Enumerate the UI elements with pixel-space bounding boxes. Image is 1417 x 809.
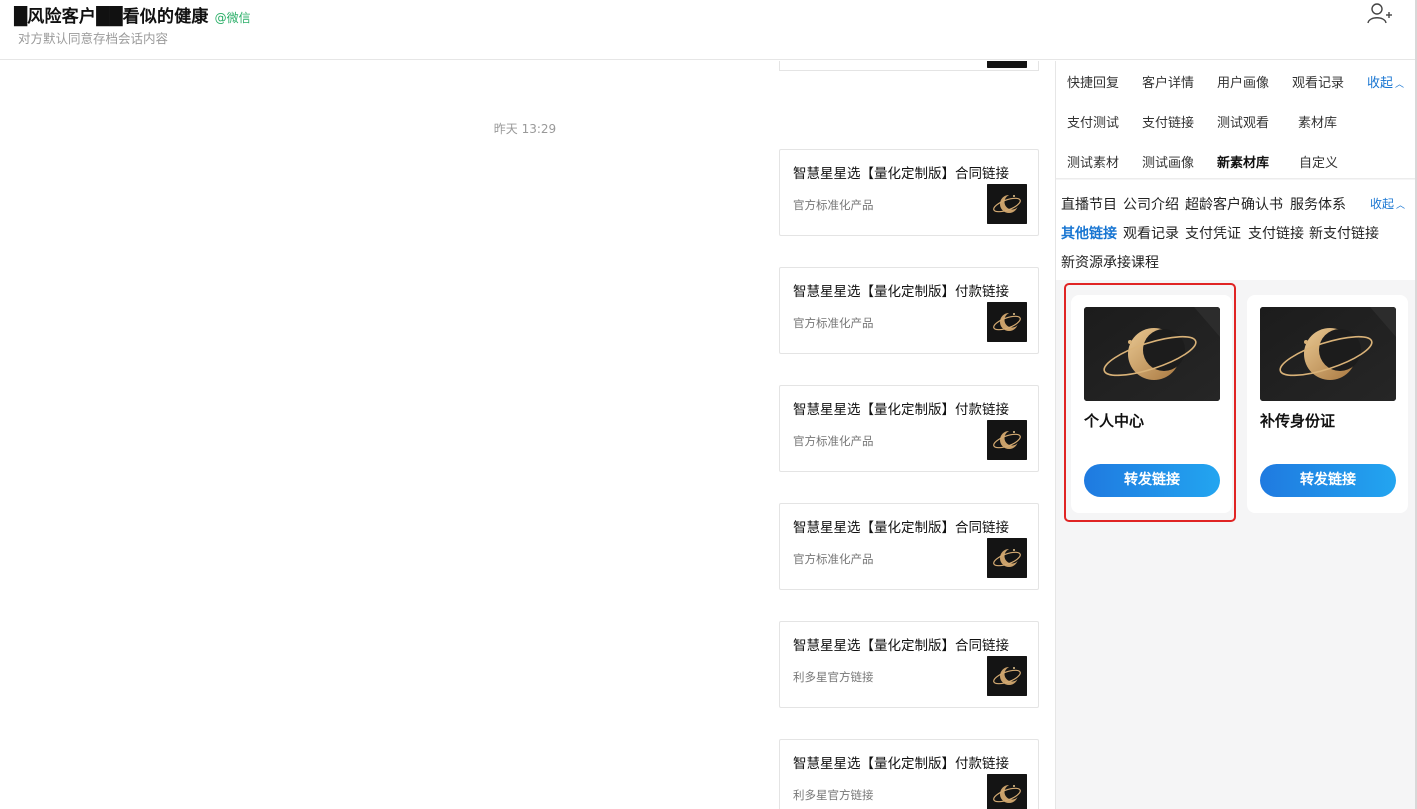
card-title: 智慧星星选【量化定制版】付款链接 xyxy=(793,284,1009,300)
category-age-confirmation[interactable]: 超龄客户确认书 xyxy=(1185,194,1283,214)
card-subtitle: 官方标准化产品 xyxy=(793,434,874,448)
tab-new-material-library[interactable]: 新素材库 xyxy=(1217,152,1269,171)
card-title: 智慧星星选【量化定制版】付款链接 xyxy=(793,756,1009,772)
categories-collapse-button[interactable]: 收起 ︿ xyxy=(1370,195,1405,212)
archive-notice: 对方默认同意存档会话内容 xyxy=(18,31,169,46)
chevron-up-icon: ︿ xyxy=(1396,201,1406,211)
category-live-program[interactable]: 直播节目 xyxy=(1061,194,1117,214)
card-subtitle: 利多星官方链接 xyxy=(793,670,874,684)
chevron-up-icon: ︿ xyxy=(1395,80,1405,90)
material-name: 补传身份证 xyxy=(1260,412,1336,430)
collapse-label: 收起 xyxy=(1370,197,1395,211)
card-title: 智慧星星选【量化定制版】合同链接 xyxy=(793,638,1009,654)
product-logo-icon xyxy=(987,538,1027,578)
chat-message-area[interactable]: 昨天 13:29 智慧星星选【量化定制版】合同链接 官方标准化产品 智慧星星选【… xyxy=(0,61,1055,809)
message-card[interactable]: 智慧星星选【量化定制版】合同链接 官方标准化产品 xyxy=(779,149,1039,236)
tab-custom[interactable]: 自定义 xyxy=(1299,152,1338,171)
material-categories: 直播节目 公司介绍 超龄客户确认书 服务体系 收起 ︿ 其他链接 观看记录 支付凭… xyxy=(1056,180,1417,280)
tab-watch-record[interactable]: 观看记录 xyxy=(1292,72,1344,91)
planet-logo-image xyxy=(1260,307,1396,401)
add-user-icon[interactable] xyxy=(1367,2,1393,26)
card-subtitle: 利多星官方链接 xyxy=(793,788,874,802)
product-logo-icon xyxy=(987,302,1027,342)
side-panel: 快捷回复 客户详情 用户画像 观看记录 收起 ︿ 支付测试 支付链接 测试观看 素… xyxy=(1055,61,1417,809)
card-title: 智慧星星选【量化定制版】合同链接 xyxy=(793,166,1009,182)
tab-payment-test[interactable]: 支付测试 xyxy=(1067,112,1119,131)
message-card[interactable]: 智慧星星选【量化定制版】合同链接 利多星官方链接 xyxy=(779,621,1039,708)
chat-title: █风险客户██看似的健康 xyxy=(14,7,209,27)
collapse-label: 收起 xyxy=(1367,76,1394,91)
material-card[interactable]: 个人中心 转发链接 xyxy=(1071,295,1232,513)
tabs-collapse-button[interactable]: 收起 ︿ xyxy=(1367,72,1404,91)
title-row: █风险客户██看似的健康 @微信 xyxy=(14,2,251,27)
message-card[interactable]: 智慧星星选【量化定制版】付款链接 官方标准化产品 xyxy=(779,385,1039,472)
material-name: 个人中心 xyxy=(1084,412,1145,430)
message-card[interactable]: 智慧星星选【量化定制版】合同链接 官方标准化产品 xyxy=(779,503,1039,590)
message-timestamp: 昨天 13:29 xyxy=(493,122,557,136)
tab-test-profile[interactable]: 测试画像 xyxy=(1142,152,1194,171)
category-payment-proof[interactable]: 支付凭证 xyxy=(1185,223,1241,243)
category-payment-link[interactable]: 支付链接 xyxy=(1248,223,1304,243)
product-logo-icon xyxy=(987,656,1027,696)
category-service-system[interactable]: 服务体系 xyxy=(1290,194,1346,214)
chat-header: █风险客户██看似的健康 @微信 对方默认同意存档会话内容 xyxy=(0,0,1417,60)
material-card[interactable]: 补传身份证 转发链接 xyxy=(1247,295,1408,513)
category-new-resource-course[interactable]: 新资源承接课程 xyxy=(1061,252,1159,272)
product-logo-icon xyxy=(987,61,1027,68)
forward-link-button[interactable]: 转发链接 xyxy=(1260,464,1396,497)
card-title: 智慧星星选【量化定制版】合同链接 xyxy=(793,520,1009,536)
category-new-payment-link[interactable]: 新支付链接 xyxy=(1309,223,1379,243)
tab-test-material[interactable]: 测试素材 xyxy=(1067,152,1119,171)
tab-customer-detail[interactable]: 客户详情 xyxy=(1142,72,1194,91)
wechat-channel-tag: @微信 xyxy=(214,11,251,25)
tab-quick-reply[interactable]: 快捷回复 xyxy=(1067,72,1119,91)
tab-payment-link[interactable]: 支付链接 xyxy=(1142,112,1194,131)
app-window: █风险客户██看似的健康 @微信 对方默认同意存档会话内容 昨天 13:29 智… xyxy=(0,0,1417,809)
product-logo-icon xyxy=(987,184,1027,224)
planet-logo-image xyxy=(1084,307,1220,401)
card-subtitle: 官方标准化产品 xyxy=(793,316,874,330)
card-subtitle: 官方标准化产品 xyxy=(793,552,874,566)
forward-link-button[interactable]: 转发链接 xyxy=(1084,464,1220,497)
tab-user-profile[interactable]: 用户画像 xyxy=(1217,72,1269,91)
message-card[interactable]: 智慧星星选【量化定制版】付款链接 利多星官方链接 xyxy=(779,739,1039,809)
tool-tabs: 快捷回复 客户详情 用户画像 观看记录 收起 ︿ 支付测试 支付链接 测试观看 素… xyxy=(1056,61,1417,179)
tab-test-watch[interactable]: 测试观看 xyxy=(1217,112,1269,131)
message-card-partial[interactable] xyxy=(779,61,1039,71)
product-logo-icon xyxy=(987,420,1027,460)
product-logo-icon xyxy=(987,774,1027,809)
category-company-intro[interactable]: 公司介绍 xyxy=(1123,194,1179,214)
card-subtitle: 官方标准化产品 xyxy=(793,198,874,212)
tab-material-library[interactable]: 素材库 xyxy=(1298,112,1337,131)
message-card[interactable]: 智慧星星选【量化定制版】付款链接 官方标准化产品 xyxy=(779,267,1039,354)
category-other-links[interactable]: 其他链接 xyxy=(1061,223,1117,243)
card-title: 智慧星星选【量化定制版】付款链接 xyxy=(793,402,1009,418)
category-watch-record[interactable]: 观看记录 xyxy=(1123,223,1179,243)
